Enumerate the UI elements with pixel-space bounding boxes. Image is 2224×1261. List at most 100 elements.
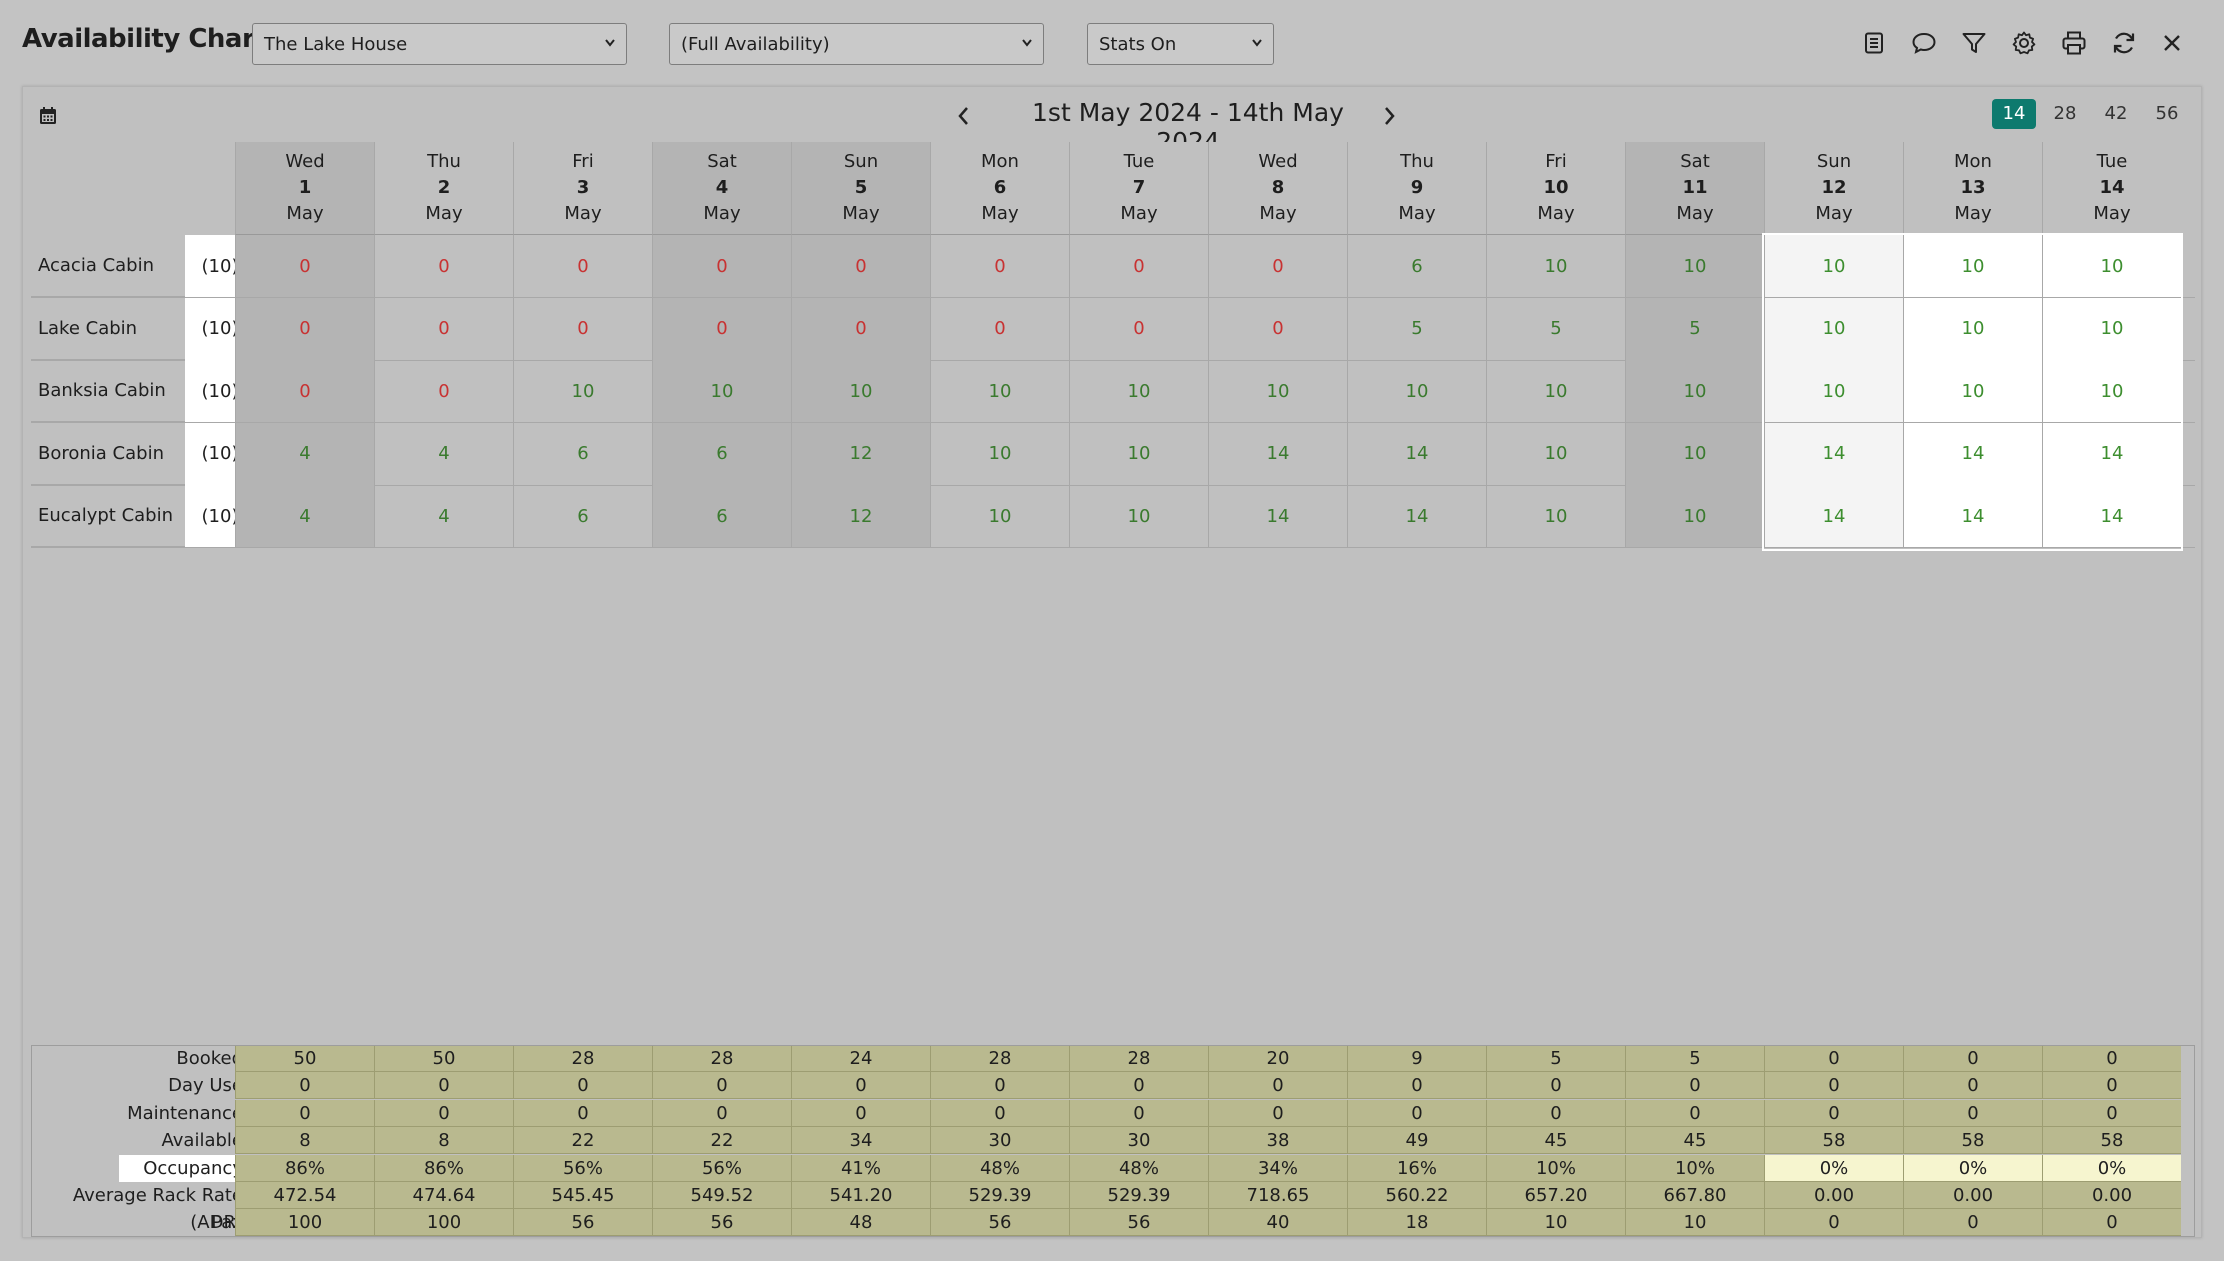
availability-cell[interactable]: 12 [791,485,930,547]
availability-cell[interactable]: 10 [1069,485,1208,547]
refresh-button[interactable] [2108,27,2140,59]
day-header[interactable]: Sat 4 May [652,142,791,235]
availability-cell[interactable]: 14 [1208,485,1347,547]
availability-cell[interactable]: 10 [1486,235,1625,297]
availability-cell[interactable]: 0 [235,235,374,297]
availability-cell[interactable]: 6 [513,485,652,547]
availability-cell[interactable]: 0 [652,235,791,297]
day-header[interactable]: Sat 11 May [1625,142,1764,235]
availability-cell[interactable]: 6 [513,422,652,485]
availability-cell[interactable]: 14 [1347,485,1486,547]
availability-cell[interactable]: 10 [513,360,652,422]
close-button[interactable] [2156,27,2188,59]
day-header[interactable]: Wed 1 May [235,142,374,235]
availability-cell[interactable]: 10 [930,485,1069,547]
day-header[interactable]: Wed 8 May [1208,142,1347,235]
availability-cell[interactable]: 14 [1208,422,1347,485]
availability-cell[interactable]: 6 [1347,235,1486,297]
availability-cell[interactable]: 14 [1764,485,1903,547]
availability-cell[interactable]: 0 [374,235,513,297]
availability-cell[interactable]: 10 [652,360,791,422]
day-header[interactable]: Tue 14 May [2042,142,2181,235]
day-header[interactable]: Mon 6 May [930,142,1069,235]
availability-cell[interactable]: 14 [1764,422,1903,485]
range-option-14[interactable]: 14 [1992,99,2036,129]
report-button[interactable] [1858,27,1890,59]
availability-cell[interactable]: 14 [2042,422,2181,485]
calendar-button[interactable] [37,105,59,127]
availability-cell[interactable]: 4 [374,485,513,547]
availability-cell[interactable]: 10 [2042,235,2181,297]
availability-cell[interactable]: 4 [235,485,374,547]
availability-cell[interactable]: 10 [1069,360,1208,422]
availability-cell[interactable]: 5 [1347,297,1486,360]
availability-cell[interactable]: 0 [1208,235,1347,297]
availability-cell[interactable]: 10 [1069,422,1208,485]
availability-cell[interactable]: 5 [1625,297,1764,360]
settings-button[interactable] [2008,27,2040,59]
availability-cell[interactable]: 0 [791,235,930,297]
availability-cell[interactable]: 0 [1069,297,1208,360]
range-option-42[interactable]: 42 [2094,99,2138,129]
availability-cell[interactable]: 0 [1069,235,1208,297]
availability-cell[interactable]: 14 [1903,485,2042,547]
availability-cell[interactable]: 10 [1903,297,2042,360]
availability-cell[interactable]: 10 [1208,360,1347,422]
next-range-button[interactable] [1374,101,1404,131]
availability-cell[interactable]: 10 [1486,360,1625,422]
availability-cell[interactable]: 6 [652,485,791,547]
day-header[interactable]: Sun 5 May [791,142,930,235]
day-header[interactable]: Tue 7 May [1069,142,1208,235]
room-name[interactable]: Lake Cabin [31,298,185,360]
availability-cell[interactable]: 14 [1347,422,1486,485]
availability-cell[interactable]: 10 [1486,422,1625,485]
stats-select[interactable]: Stats On [1087,23,1274,65]
availability-cell[interactable]: 0 [930,297,1069,360]
availability-cell[interactable]: 10 [1625,422,1764,485]
day-header[interactable]: Thu 9 May [1347,142,1486,235]
room-name[interactable]: Banksia Cabin [31,360,185,422]
day-header[interactable]: Mon 13 May [1903,142,2042,235]
previous-range-button[interactable] [949,101,979,131]
range-option-28[interactable]: 28 [2043,99,2087,129]
availability-cell[interactable]: 0 [930,235,1069,297]
availability-cell[interactable]: 10 [1903,360,2042,422]
availability-cell[interactable]: 4 [235,422,374,485]
availability-cell[interactable]: 10 [1625,360,1764,422]
availability-cell[interactable]: 6 [652,422,791,485]
room-name[interactable]: Eucalypt Cabin [31,485,185,547]
availability-cell[interactable]: 10 [1903,235,2042,297]
property-select[interactable]: The Lake House [252,23,627,65]
availability-cell[interactable]: 5 [1486,297,1625,360]
availability-cell[interactable]: 0 [513,297,652,360]
availability-cell[interactable]: 0 [374,297,513,360]
availability-cell[interactable]: 10 [930,360,1069,422]
availability-cell[interactable]: 10 [930,422,1069,485]
room-name[interactable]: Acacia Cabin [31,235,185,297]
availability-cell[interactable]: 10 [1764,235,1903,297]
day-header[interactable]: Thu 2 May [374,142,513,235]
availability-cell[interactable]: 10 [2042,297,2181,360]
comment-button[interactable] [1908,27,1940,59]
availability-cell[interactable]: 10 [1347,360,1486,422]
availability-cell[interactable]: 0 [374,360,513,422]
availability-select[interactable]: (Full Availability) [669,23,1044,65]
availability-cell[interactable]: 10 [1764,297,1903,360]
availability-cell[interactable]: 12 [791,422,930,485]
availability-cell[interactable]: 10 [1764,360,1903,422]
availability-cell[interactable]: 10 [2042,360,2181,422]
availability-cell[interactable]: 0 [235,297,374,360]
availability-cell[interactable]: 0 [791,297,930,360]
print-button[interactable] [2058,27,2090,59]
availability-cell[interactable]: 0 [652,297,791,360]
room-name[interactable]: Boronia Cabin [31,423,185,485]
availability-cell[interactable]: 10 [1486,485,1625,547]
availability-cell[interactable]: 10 [1625,485,1764,547]
availability-cell[interactable]: 0 [1208,297,1347,360]
availability-cell[interactable]: 0 [513,235,652,297]
filter-button[interactable] [1958,27,1990,59]
range-option-56[interactable]: 56 [2145,99,2189,129]
day-header[interactable]: Sun 12 May [1764,142,1903,235]
availability-cell[interactable]: 10 [791,360,930,422]
day-header[interactable]: Fri 3 May [513,142,652,235]
